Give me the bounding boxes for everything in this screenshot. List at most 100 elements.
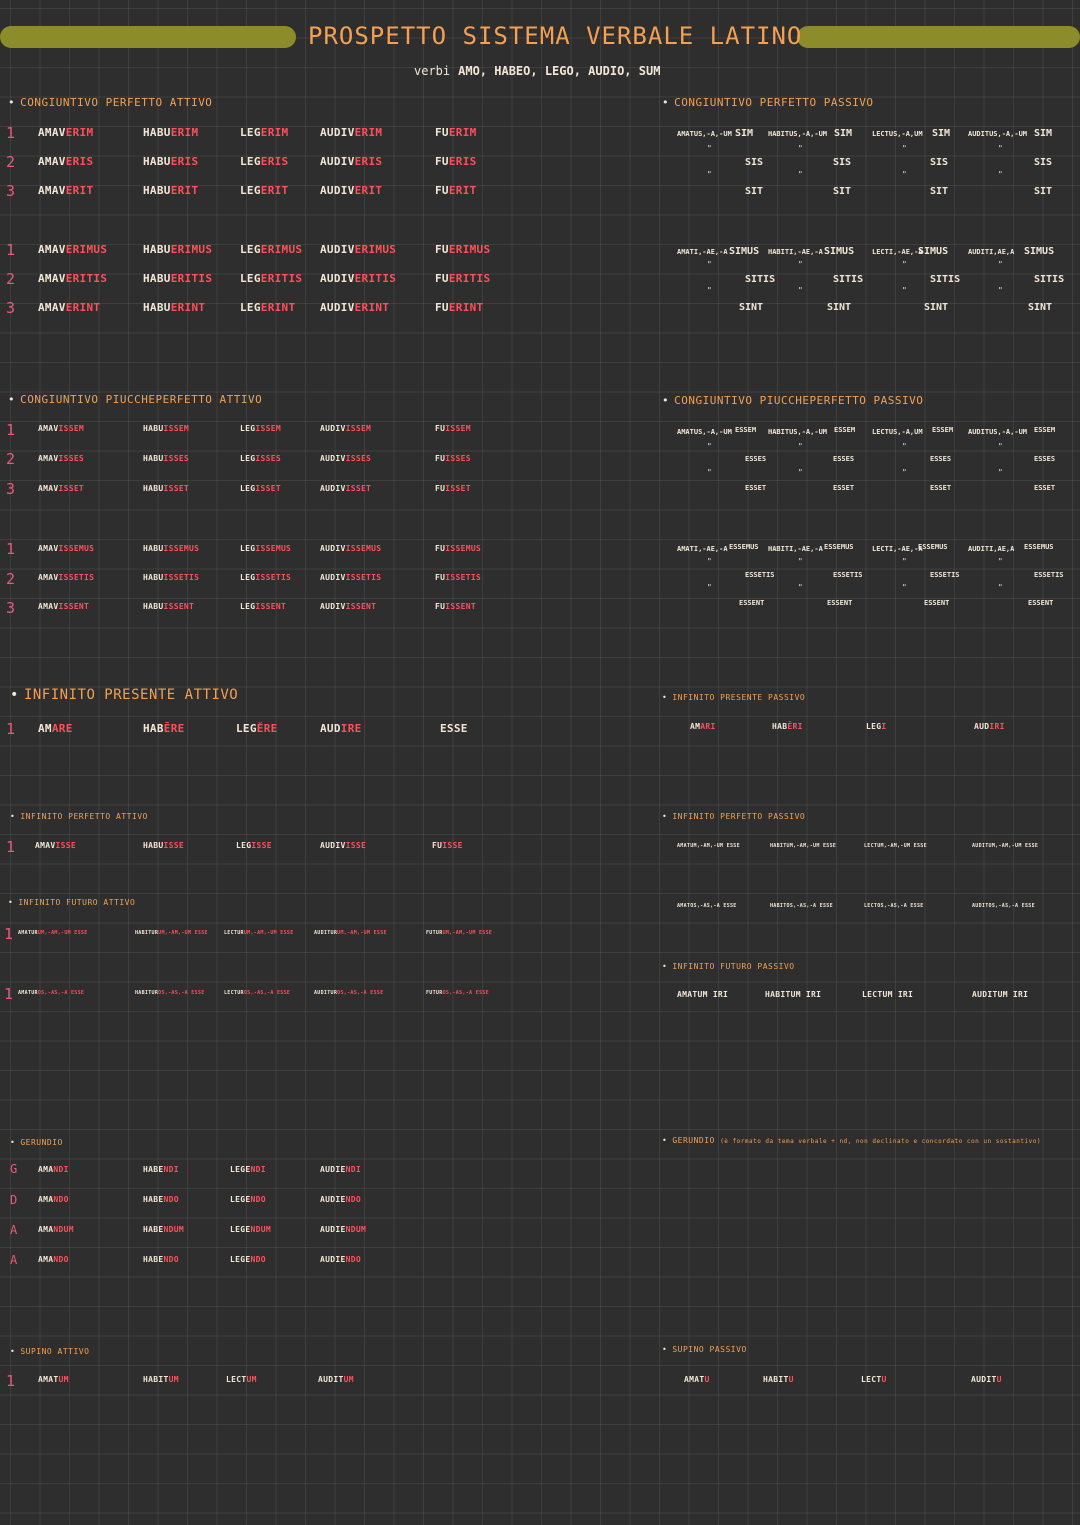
verb-form: AUDIVISSES — [320, 454, 371, 463]
verb-stem: AUDIV — [320, 841, 346, 850]
verb-stem: AUDIE — [320, 1195, 346, 1204]
passive-infinitive: AUDITUM IRI — [972, 990, 1029, 999]
verb-form: LEGERIMUS — [240, 243, 302, 256]
verb-ending: ISSETIS — [345, 573, 382, 582]
verb-form: FUERIT — [435, 184, 477, 197]
verb-form: AUDIVISSEM — [320, 424, 371, 433]
verb-stem: AMAV — [38, 424, 59, 433]
verb-ending: OS,-AS,-A ESSE — [243, 990, 291, 996]
passive-infinitive: AMATUM,-AM,-UM ESSE — [677, 843, 740, 849]
verb-form: LEGISSENT — [240, 602, 286, 611]
auxiliary-form: ESSET — [833, 484, 855, 492]
verb-form: AMARE — [38, 722, 73, 735]
verb-stem: HABIT — [763, 1375, 789, 1384]
verb-stem: AUDIE — [320, 1225, 346, 1234]
verb-ending: UM — [168, 1375, 179, 1384]
verb-ending: ERIT — [448, 184, 477, 197]
section-gerundio-right: • GERUNDIO (è formato da tema verbale + n… — [662, 1136, 1041, 1145]
participle: AUDITI,AE,A — [968, 248, 1015, 256]
verb-ending: ISSETIS — [255, 573, 292, 582]
verb-form: LEGISSETIS — [240, 573, 291, 582]
verb-stem: HABE — [143, 1225, 164, 1234]
verb-form: FUISSEM — [435, 424, 471, 433]
verb-form: AMANDI — [38, 1165, 69, 1174]
ditto-mark: " — [798, 144, 803, 153]
verb-stem: FU — [435, 424, 446, 433]
verb-form: HABUISSETIS — [143, 573, 199, 582]
verb-stem: AMAV — [35, 841, 56, 850]
verb-form: AUDIVISSET — [320, 484, 371, 493]
verb-ending: ISSETIS — [58, 573, 95, 582]
verb-ending: U — [996, 1375, 1002, 1384]
ditto-mark: " — [998, 286, 1003, 295]
verb-form: HABENDI — [143, 1165, 179, 1174]
participle: HABITUS,-A,-UM — [768, 130, 828, 138]
verb-stem: LEG — [240, 301, 261, 314]
verb-ending: ISSEM — [445, 424, 471, 433]
auxiliary-form: SIMUS — [824, 246, 855, 257]
verb-form: FUERINT — [435, 301, 483, 314]
verb-ending: OS,-AS,-A ESSE — [37, 990, 85, 996]
verb-stem: HABU — [143, 484, 164, 493]
verb-form: LEGERIS — [240, 155, 288, 168]
auxiliary-form: SIMUS — [918, 246, 949, 257]
verb-ending: ĔRE — [256, 722, 278, 735]
auxiliary-form: ESSETIS — [833, 571, 863, 579]
verb-form: HABĒRI — [772, 722, 803, 731]
verb-ending: NDO — [250, 1255, 266, 1264]
verb-ending: ISSET — [345, 484, 372, 493]
verb-stem: HABU — [143, 155, 171, 168]
verb-form: HABITUROS,-AS,-A ESSE — [135, 990, 205, 996]
verb-stem: HABU — [143, 301, 171, 314]
passive-infinitive: LECTUM IRI — [862, 990, 914, 999]
verb-ending: NDUM — [345, 1225, 367, 1234]
verb-form: FUTUROS,-AS,-A ESSE — [426, 990, 489, 996]
verb-form: LEGI — [866, 722, 886, 731]
verb-form: AUDIVERITIS — [320, 272, 396, 285]
verb-stem: AMA — [38, 1225, 54, 1234]
verb-ending: ERIMUS — [260, 243, 303, 256]
verb-stem: HABU — [143, 126, 171, 139]
row-number: 3 — [6, 182, 16, 200]
row-number: 1 — [6, 720, 16, 738]
verb-ending: ERIM — [448, 126, 477, 139]
section-gerundio-left: • GERUNDIO — [10, 1138, 63, 1147]
verb-ending: IRI — [989, 722, 1005, 731]
verb-ending: ISSETIS — [445, 573, 482, 582]
verb-stem: AMA — [38, 1195, 54, 1204]
participle: AMATI,-AE,-A — [677, 248, 728, 256]
verb-stem: LEG — [240, 126, 261, 139]
ditto-mark: " — [998, 557, 1003, 566]
verb-stem: AUDIV — [320, 544, 346, 553]
auxiliary-form: SIS — [1034, 157, 1053, 168]
auxiliary-form: ESSET — [930, 484, 952, 492]
verb-stem: AUDITUR — [314, 930, 338, 936]
verb-form: AMAVERIT — [38, 184, 93, 197]
verb-stem: HABE — [143, 1195, 164, 1204]
verb-form: FUERIMUS — [435, 243, 490, 256]
verb-ending: ERIM — [65, 126, 94, 139]
ditto-mark: " — [707, 286, 712, 295]
section-inf-perf-pass: • INFINITO PERFETTO PASSIVO — [662, 812, 806, 821]
auxiliary-form: ESSES — [1034, 455, 1056, 463]
ditto-mark: " — [707, 468, 712, 477]
verb-stem: LEG — [240, 573, 256, 582]
row-number: 1 — [6, 124, 16, 142]
page-title: PROSPETTO SISTEMA VERBALE LATINO — [308, 22, 803, 50]
participle: LECTUS,-A,UM — [872, 130, 923, 138]
verb-stem: FU — [435, 602, 446, 611]
verb-ending: ERITIS — [170, 272, 213, 285]
verb-ending: ERIS — [448, 155, 477, 168]
verb-stem: FU — [432, 841, 443, 850]
verb-form: AUDIRI — [974, 722, 1005, 731]
verb-stem: AMAV — [38, 184, 66, 197]
participle: LECTI,-AE,-A — [872, 248, 923, 256]
verb-form: HABUERIMUS — [143, 243, 212, 256]
verb-form: AMAVERIMUS — [38, 243, 107, 256]
auxiliary-form: ESSEMUS — [1024, 543, 1054, 551]
verb-stem: LEG — [240, 484, 256, 493]
auxiliary-form: SINT — [827, 302, 852, 313]
verb-stem: LEGE — [230, 1225, 251, 1234]
verb-stem: LEG — [240, 184, 261, 197]
verb-stem: LEGE — [230, 1195, 251, 1204]
